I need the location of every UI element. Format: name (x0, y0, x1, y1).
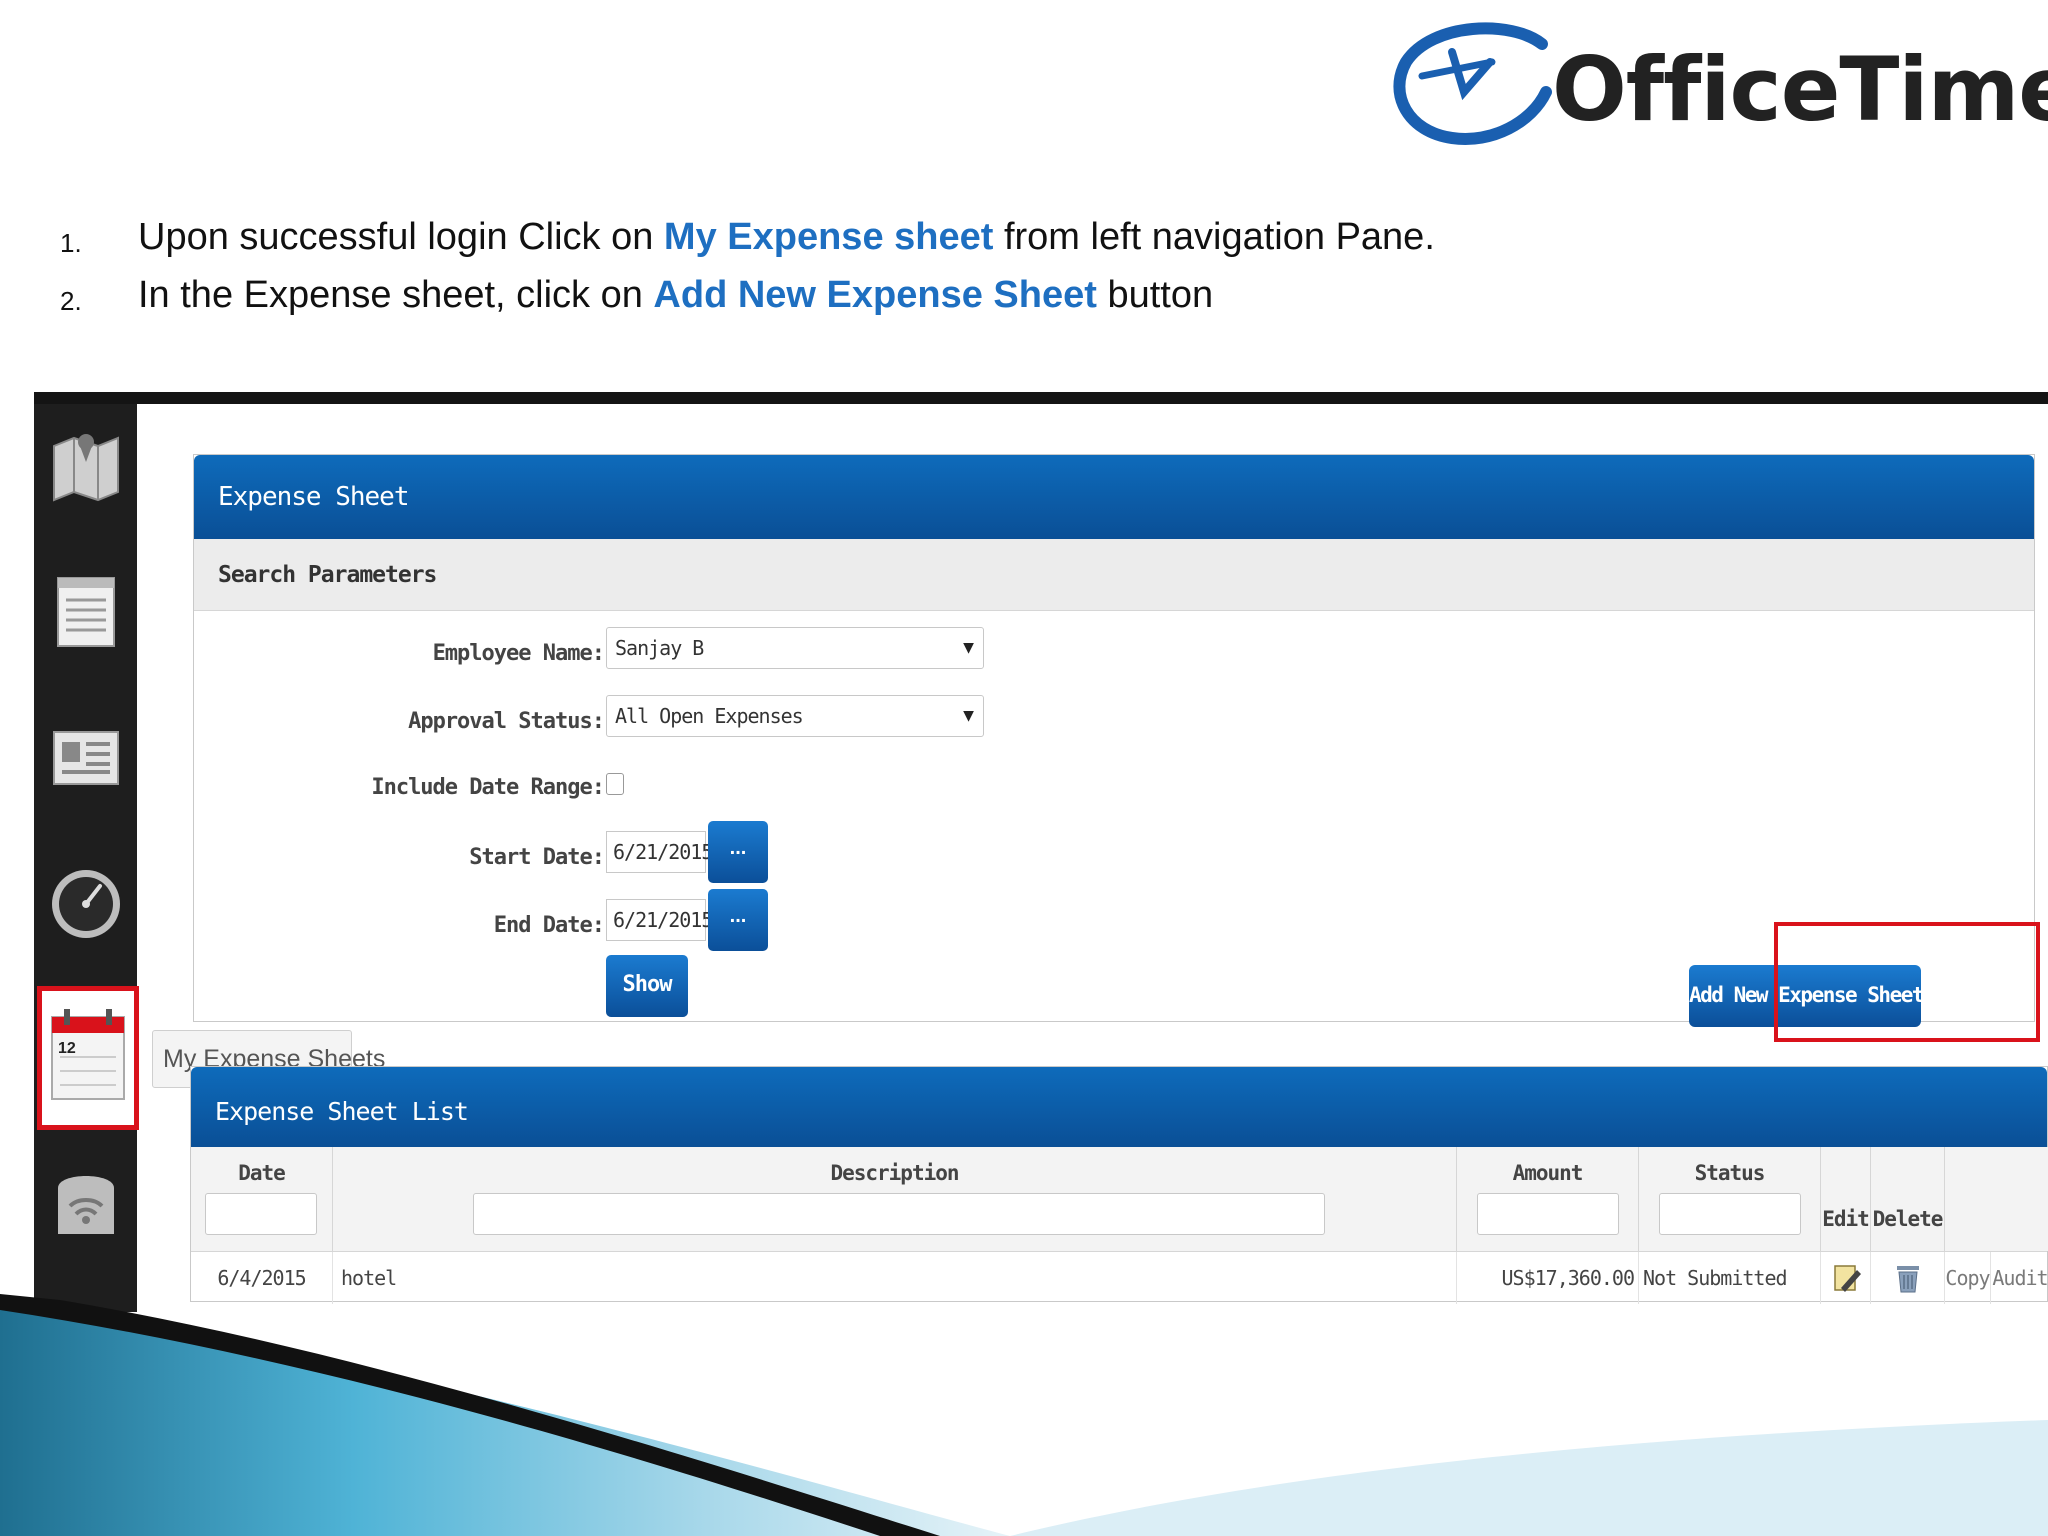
include-date-range-label: Include Date Range: (371, 775, 605, 800)
speedometer-icon (52, 870, 120, 938)
logo-text: OfficeTimer (1552, 38, 2048, 141)
cloud-upload-icon (58, 1176, 114, 1234)
instruction-text: In the Expense sheet, click on Add New E… (138, 270, 1213, 320)
contact-card-icon (53, 731, 119, 785)
start-date-label: Start Date: (469, 845, 605, 870)
column-description-label: Description (830, 1161, 959, 1185)
start-date-input[interactable]: 6/21/2015 (606, 831, 713, 873)
map-icon (53, 434, 119, 502)
expense-sheet-title: Expense Sheet (194, 455, 2034, 539)
app-screenshot: 12 My Expense Sheets Expense Sheet Searc… (34, 392, 2048, 1312)
instruction-highlight: Add New Expense Sheet (653, 274, 1097, 316)
instruction-text-post: button (1096, 274, 1214, 316)
end-date-picker-button[interactable]: ... (708, 889, 768, 951)
nav-item-map[interactable] (48, 422, 124, 506)
column-amount: Amount (1457, 1147, 1639, 1251)
approval-status-row: Approval Status: (194, 701, 605, 741)
column-date-label: Date (238, 1161, 286, 1185)
nav-item-contacts[interactable] (48, 714, 124, 798)
calendar-icon: 12 (51, 1009, 125, 1100)
instruction-text-pre: Upon successful login Click on (138, 216, 664, 258)
show-button[interactable]: Show (606, 955, 688, 1017)
start-date-picker-button[interactable]: ... (708, 821, 768, 883)
employee-name-row: Employee Name: (194, 633, 605, 673)
expense-sheet-list-title: Expense Sheet List (191, 1067, 2047, 1147)
column-edit-label: Edit (1822, 1207, 1870, 1231)
instruction-text: Upon successful login Click on My Expens… (138, 212, 1435, 262)
officetimer-logo: OfficeTimer (1392, 22, 2048, 152)
column-delete-label: Delete (1872, 1207, 1944, 1231)
approval-status-select[interactable]: All Open Expenses ▼ (606, 695, 984, 737)
instruction-text-post: from left navigation Pane. (993, 216, 1435, 258)
start-date-row: Start Date: (194, 837, 605, 877)
nav-item-upload[interactable] (48, 1158, 124, 1242)
approval-status-label: Approval Status: (408, 709, 605, 734)
clock-logo-icon (1393, 22, 1552, 145)
slide-swoosh-decoration (0, 1294, 2048, 1536)
column-amount-label: Amount (1512, 1161, 1584, 1185)
employee-name-value: Sanjay B (615, 636, 704, 660)
date-filter-input[interactable] (205, 1193, 317, 1235)
dropdown-caret-icon: ▼ (963, 637, 974, 658)
instruction-highlight: My Expense sheet (663, 216, 994, 258)
end-date-label: End Date: (493, 913, 605, 938)
expense-sheet-list: Expense Sheet List Date Description Amou… (190, 1066, 2048, 1304)
instruction-number: 1. (60, 228, 82, 258)
amount-filter-input[interactable] (1477, 1193, 1619, 1235)
employee-name-label: Employee Name: (432, 641, 605, 666)
column-status: Status (1639, 1147, 1821, 1251)
column-actions (1945, 1147, 2048, 1251)
document-icon (57, 577, 115, 647)
my-expense-sheets-highlight[interactable]: 12 (37, 986, 139, 1130)
left-navigation-pane: 12 (34, 392, 139, 1312)
expense-sheet-panel: Expense Sheet Search Parameters Employee… (193, 454, 2035, 1027)
include-date-range-row: Include Date Range: (194, 767, 605, 807)
app-top-bar (34, 392, 2048, 404)
instruction-number: 2. (60, 286, 82, 316)
dropdown-caret-icon: ▼ (963, 705, 974, 726)
nav-item-documents[interactable] (48, 568, 124, 652)
approval-status-value: All Open Expenses (615, 704, 804, 728)
end-date-row: End Date: (194, 905, 605, 945)
column-edit: Edit (1821, 1147, 1871, 1251)
column-date: Date (191, 1147, 333, 1251)
instruction-2: 2. In the Expense sheet, click on Add Ne… (60, 270, 1960, 328)
add-button-highlight (1774, 922, 2040, 1042)
column-status-label: Status (1694, 1161, 1766, 1185)
column-description: Description (333, 1147, 1457, 1251)
search-parameters-header: Search Parameters (194, 539, 2034, 611)
description-filter-input[interactable] (473, 1193, 1325, 1235)
instruction-1: 1. Upon successful login Click on My Exp… (60, 212, 1960, 270)
calendar-day: 12 (58, 1040, 76, 1057)
instructions: 1. Upon successful login Click on My Exp… (60, 212, 1960, 328)
end-date-input[interactable]: 6/21/2015 (606, 899, 713, 941)
column-delete: Delete (1871, 1147, 1945, 1251)
nav-item-dashboard[interactable] (48, 860, 124, 944)
status-filter-input[interactable] (1659, 1193, 1801, 1235)
employee-name-select[interactable]: Sanjay B ▼ (606, 627, 984, 669)
include-date-range-checkbox[interactable] (606, 773, 624, 795)
instruction-text-pre: In the Expense sheet, click on (138, 274, 654, 316)
